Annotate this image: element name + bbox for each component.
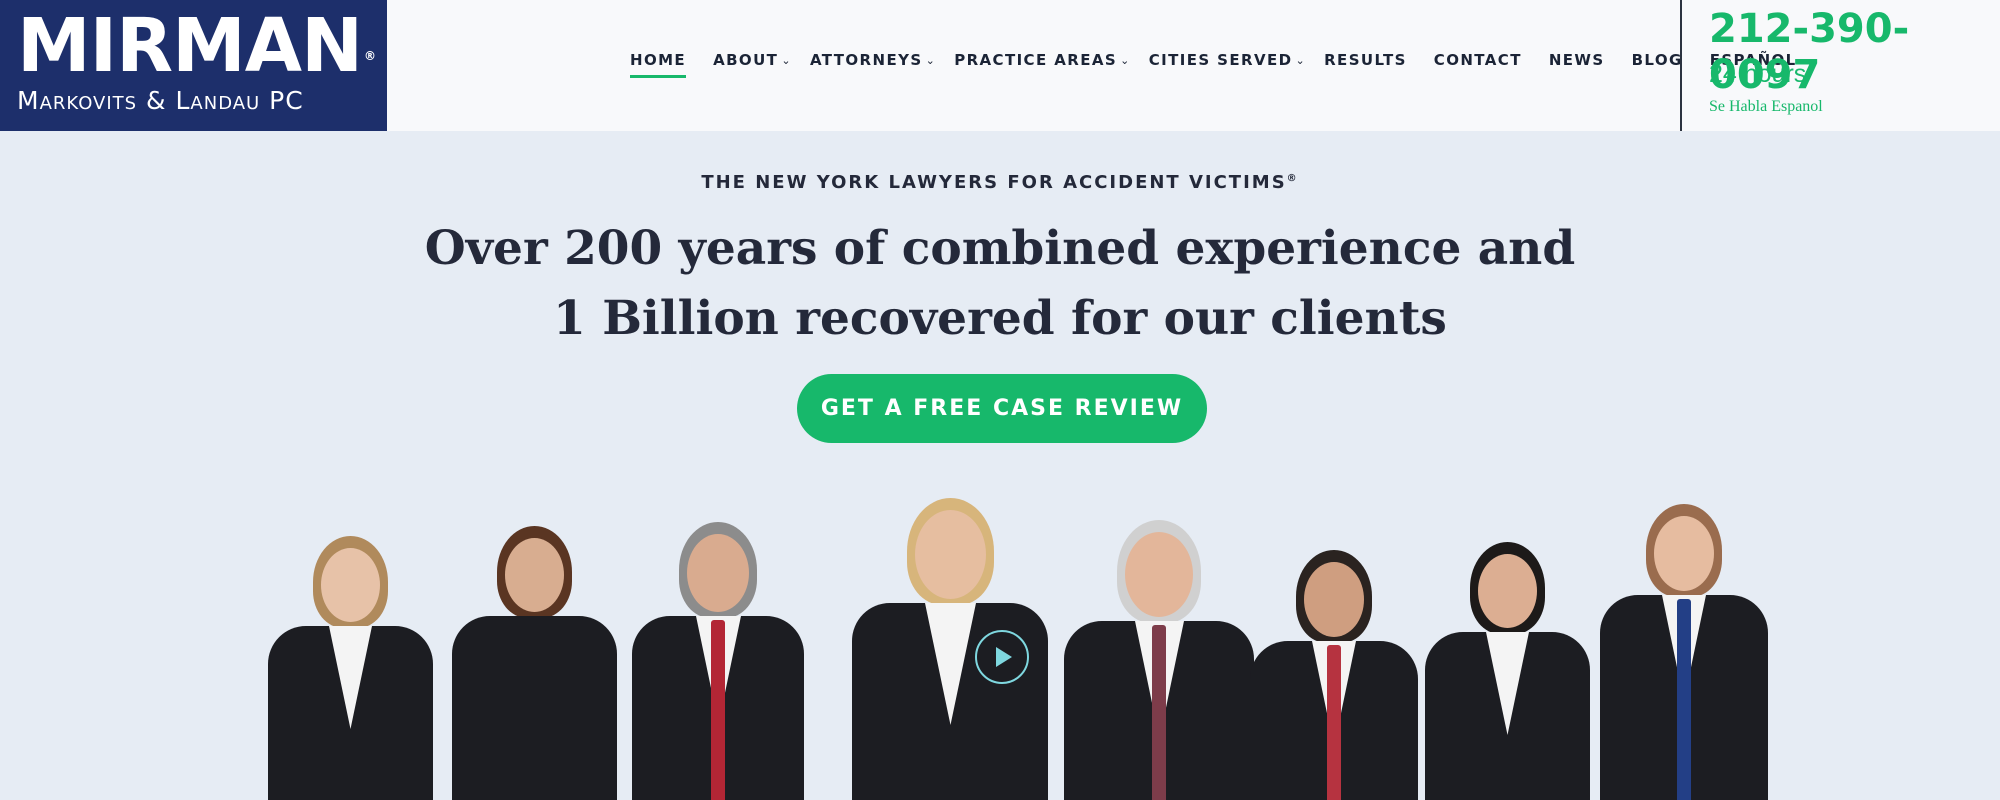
nav-item-label: CONTACT [1433, 51, 1522, 69]
nav-item-label: PRACTICE AREAS [954, 51, 1118, 69]
spanish-spoken-text: Se Habla Espanol [1709, 98, 1823, 115]
nav-item-cities-served[interactable]: CITIES SERVED ⌄ [1149, 48, 1306, 72]
attorney-figure [1600, 470, 1768, 800]
nav-item-results[interactable]: RESULTS [1324, 48, 1407, 72]
attorney-face [687, 534, 749, 612]
main-nav: HOME ABOUT ⌄ ATTORNEYS ⌄ PRACTICE AREAS ⌄ CITIE… [630, 48, 1824, 78]
free-case-review-button[interactable]: GET A FREE CASE REVIEW [797, 374, 1207, 443]
nav-item-label: NEWS [1548, 51, 1605, 69]
hours-text: 24 hours [1709, 60, 1807, 88]
nav-item-contact[interactable]: CONTACT [1434, 48, 1522, 72]
attorney-face [1125, 532, 1193, 617]
attorney-figure [452, 470, 617, 800]
attorney-suit [452, 616, 617, 800]
attorney-figure [1425, 470, 1590, 800]
hero-headline: Over 200 years of combined experience an… [424, 221, 1576, 346]
attorney-tie [1677, 599, 1691, 800]
attorney-figure [1064, 470, 1254, 800]
nav-item-label: CITIES SERVED [1148, 51, 1293, 69]
nav-item-practice-areas[interactable]: PRACTICE AREAS ⌄ [954, 48, 1131, 72]
nav-item-news[interactable]: NEWS [1549, 48, 1605, 72]
page: MIRMAN ® Markovits & Landau PC HOME ABOUT ⌄… [0, 0, 2000, 800]
play-video-icon[interactable] [975, 630, 1029, 684]
logo-subtitle: Markovits & Landau PC [17, 86, 304, 115]
attorney-figure [268, 470, 433, 800]
nav-item-label: ATTORNEYS [809, 51, 923, 69]
attorney-figure [632, 470, 804, 800]
attorney-face [915, 510, 986, 599]
nav-item-attorneys[interactable]: ATTORNEYS ⌄ [810, 48, 936, 72]
attorney-face [1304, 562, 1364, 637]
logo-wordmark: MIRMAN ® [17, 3, 376, 89]
nav-item-label: BLOG [1631, 51, 1683, 69]
nav-item-about[interactable]: ABOUT ⌄ [713, 48, 792, 72]
chevron-down-icon: ⌄ [1120, 53, 1131, 67]
nav-item-home[interactable]: HOME [630, 48, 687, 78]
play-triangle [996, 647, 1012, 667]
nav-item-blog[interactable]: BLOG [1632, 48, 1683, 72]
hero-eyebrow: THE NEW YORK LAWYERS FOR ACCIDENT VICTIM… [701, 172, 1299, 193]
attorney-tie [1152, 625, 1166, 800]
nav-item-label: RESULTS [1324, 51, 1407, 69]
nav-item-label: HOME [630, 51, 687, 69]
header-divider [1680, 0, 1682, 131]
attorney-face [1654, 516, 1714, 591]
site-header: MIRMAN ® Markovits & Landau PC HOME ABOUT ⌄… [0, 0, 2000, 131]
logo[interactable]: MIRMAN ® Markovits & Landau PC [0, 0, 387, 131]
chevron-down-icon: ⌄ [925, 53, 937, 67]
attorney-face [321, 548, 380, 622]
attorney-face [1478, 554, 1537, 628]
nav-item-label: ABOUT [713, 51, 779, 69]
attorney-tie [711, 620, 725, 800]
chevron-down-icon: ⌄ [1295, 53, 1307, 67]
chevron-down-icon: ⌄ [781, 53, 792, 67]
attorney-tie [1327, 645, 1341, 800]
attorney-figure [1250, 470, 1418, 800]
attorney-face [505, 538, 564, 612]
